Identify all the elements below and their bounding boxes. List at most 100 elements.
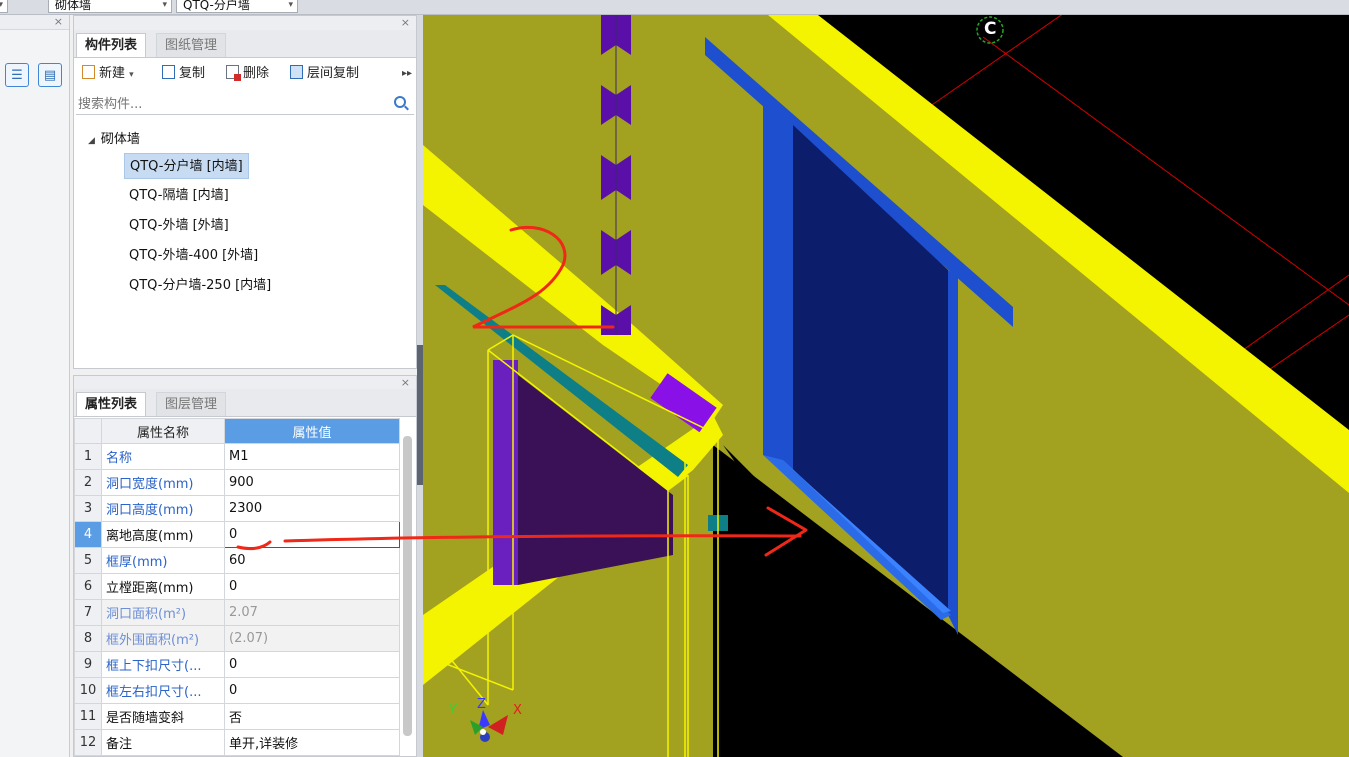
property-panel: × 属性列表 图层管理 属性名称 属性值 1 名称 M1 2 洞口宽度(mm) 900 … bbox=[73, 375, 417, 757]
close-icon[interactable]: × bbox=[401, 16, 410, 29]
property-value: 2.07 bbox=[224, 599, 400, 626]
row-number: 5 bbox=[74, 547, 102, 574]
row-number: 10 bbox=[74, 677, 102, 704]
copy-icon bbox=[162, 65, 175, 79]
tree-root-label: 砌体墙 bbox=[100, 132, 140, 147]
tab-layer-management[interactable]: 图层管理 bbox=[156, 392, 227, 416]
tree-item[interactable]: QTQ-外墙-400 [外墙] bbox=[124, 243, 263, 269]
property-name: 离地高度(mm) bbox=[101, 521, 225, 548]
top-toolbar: ▾ 砌体墙 ▾ QTQ-分户墙 ▾ bbox=[0, 0, 1349, 15]
copy-label: 复制 bbox=[179, 66, 206, 81]
property-name: 立樘距离(mm) bbox=[101, 573, 225, 600]
property-value[interactable]: 2300 bbox=[224, 495, 400, 522]
table-row[interactable]: 7 洞口面积(m²) 2.07 bbox=[74, 599, 400, 626]
table-row[interactable]: 3 洞口高度(mm) 2300 bbox=[74, 495, 400, 522]
property-name: 框上下扣尺寸(... bbox=[101, 651, 225, 678]
chevron-down-icon: ▾ bbox=[162, 0, 167, 10]
property-value[interactable]: 0 bbox=[224, 651, 400, 678]
component-name-value: QTQ-分户墙 bbox=[183, 0, 250, 12]
component-type-value: 砌体墙 bbox=[55, 0, 92, 12]
table-row[interactable]: 10 框左右扣尺寸(... 0 bbox=[74, 677, 400, 704]
property-value[interactable]: M1 bbox=[224, 443, 400, 470]
property-value-header: 属性值 bbox=[224, 418, 400, 444]
close-icon[interactable]: × bbox=[54, 15, 63, 28]
door-jamb bbox=[493, 360, 518, 585]
search-icon[interactable] bbox=[394, 96, 406, 108]
row-number: 6 bbox=[74, 573, 102, 600]
more-tools-icon[interactable]: ▸▸ bbox=[402, 64, 412, 84]
new-button[interactable]: 新建 ▾ bbox=[82, 64, 134, 84]
property-value[interactable]: 60 bbox=[224, 547, 400, 574]
table-row[interactable]: 4 离地高度(mm) 0 bbox=[74, 521, 400, 548]
property-value[interactable]: 否 bbox=[224, 703, 400, 730]
row-number: 4 bbox=[74, 521, 102, 548]
property-name-header: 属性名称 bbox=[101, 418, 225, 444]
component-name-combo[interactable]: QTQ-分户墙 ▾ bbox=[176, 0, 298, 13]
property-name: 是否随墙变斜 bbox=[101, 703, 225, 730]
close-icon[interactable]: × bbox=[401, 376, 410, 389]
tab-property-list[interactable]: 属性列表 bbox=[76, 392, 147, 416]
component-toolbar: 新建 ▾ 复制 删除 层间复制 ▸▸ bbox=[74, 60, 416, 88]
component-tabs: 构件列表 图纸管理 bbox=[74, 30, 416, 58]
tab-drawing-management[interactable]: 图纸管理 bbox=[156, 33, 227, 57]
table-row[interactable]: 9 框上下扣尺寸(... 0 bbox=[74, 651, 400, 678]
row-number: 3 bbox=[74, 495, 102, 522]
row-number: 11 bbox=[74, 703, 102, 730]
new-file-icon bbox=[82, 65, 95, 79]
property-panel-header: × bbox=[74, 376, 416, 389]
table-row[interactable]: 8 框外围面积(m²) (2.07) bbox=[74, 625, 400, 652]
collapse-triangle-icon[interactable]: ◢ bbox=[88, 136, 95, 146]
tree-root[interactable]: ◢ 砌体墙 bbox=[88, 128, 140, 147]
component-search bbox=[76, 94, 414, 115]
property-value-input[interactable]: 0 bbox=[224, 521, 400, 548]
chevron-down-icon: ▾ bbox=[288, 0, 293, 10]
tree-item[interactable]: QTQ-隔墙 [内墙] bbox=[124, 183, 234, 209]
table-row[interactable]: 1 名称 M1 bbox=[74, 443, 400, 470]
tree-item[interactable]: QTQ-分户墙 [内墙] bbox=[124, 153, 249, 179]
search-input[interactable] bbox=[76, 94, 380, 114]
table-row[interactable]: 11 是否随墙变斜否 bbox=[74, 703, 400, 730]
property-name: 洞口面积(m²) bbox=[101, 599, 225, 626]
table-row[interactable]: 6 立樘距离(mm) 0 bbox=[74, 573, 400, 600]
property-value[interactable]: 单开,详装修 bbox=[224, 729, 400, 756]
table-row[interactable]: 2 洞口宽度(mm) 900 bbox=[74, 469, 400, 496]
3d-viewport[interactable]: C Y Z X bbox=[423, 15, 1349, 757]
navigation-panel: × ☰ ▤ bbox=[0, 15, 70, 757]
row-number: 1 bbox=[74, 443, 102, 470]
property-name: 框厚(mm) bbox=[101, 547, 225, 574]
tree-item[interactable]: QTQ-分户墙-250 [内墙] bbox=[124, 273, 276, 299]
component-list-panel: × 构件列表 图纸管理 新建 ▾ 复制 删除 层间复制 ▸▸ ◢ 砌体墙 QTQ-… bbox=[73, 15, 417, 369]
delete-label: 删除 bbox=[243, 66, 270, 81]
delete-button[interactable]: 删除 bbox=[226, 64, 269, 84]
floor-copy-icon bbox=[290, 65, 303, 79]
list-view-icon[interactable]: ☰ bbox=[5, 63, 29, 87]
row-number: 9 bbox=[74, 651, 102, 678]
tree-item[interactable]: QTQ-外墙 [外墙] bbox=[124, 213, 234, 239]
axis-label-c: C bbox=[984, 19, 997, 39]
property-scrollbar[interactable] bbox=[403, 436, 412, 736]
floor-copy-label: 层间复制 bbox=[307, 66, 360, 81]
property-value[interactable]: 0 bbox=[224, 677, 400, 704]
row-number: 12 bbox=[74, 729, 102, 756]
axis-x-label: X bbox=[513, 703, 522, 718]
component-type-combo[interactable]: 砌体墙 ▾ bbox=[48, 0, 172, 13]
tab-component-list[interactable]: 构件列表 bbox=[76, 33, 147, 57]
combo-left-arrow[interactable]: ▾ bbox=[0, 0, 8, 13]
property-tabs: 属性列表 图层管理 bbox=[74, 389, 416, 417]
row-number-header bbox=[74, 418, 102, 444]
row-number: 8 bbox=[74, 625, 102, 652]
row-number: 7 bbox=[74, 599, 102, 626]
property-value[interactable]: 0 bbox=[224, 573, 400, 600]
navigation-panel-header: × bbox=[0, 15, 69, 30]
table-row[interactable]: 12 备注 单开,详装修 bbox=[74, 729, 400, 756]
property-value: (2.07) bbox=[224, 625, 400, 652]
copy-button[interactable]: 复制 bbox=[162, 64, 205, 84]
floor-copy-button[interactable]: 层间复制 bbox=[290, 64, 359, 84]
table-row[interactable]: 5 框厚(mm) 60 bbox=[74, 547, 400, 574]
property-value[interactable]: 900 bbox=[224, 469, 400, 496]
chevron-down-icon: ▾ bbox=[129, 70, 134, 80]
property-name: 框外围面积(m²) bbox=[101, 625, 225, 652]
delete-icon bbox=[226, 65, 241, 81]
card-view-icon[interactable]: ▤ bbox=[38, 63, 62, 87]
property-name: 名称 bbox=[101, 443, 225, 470]
